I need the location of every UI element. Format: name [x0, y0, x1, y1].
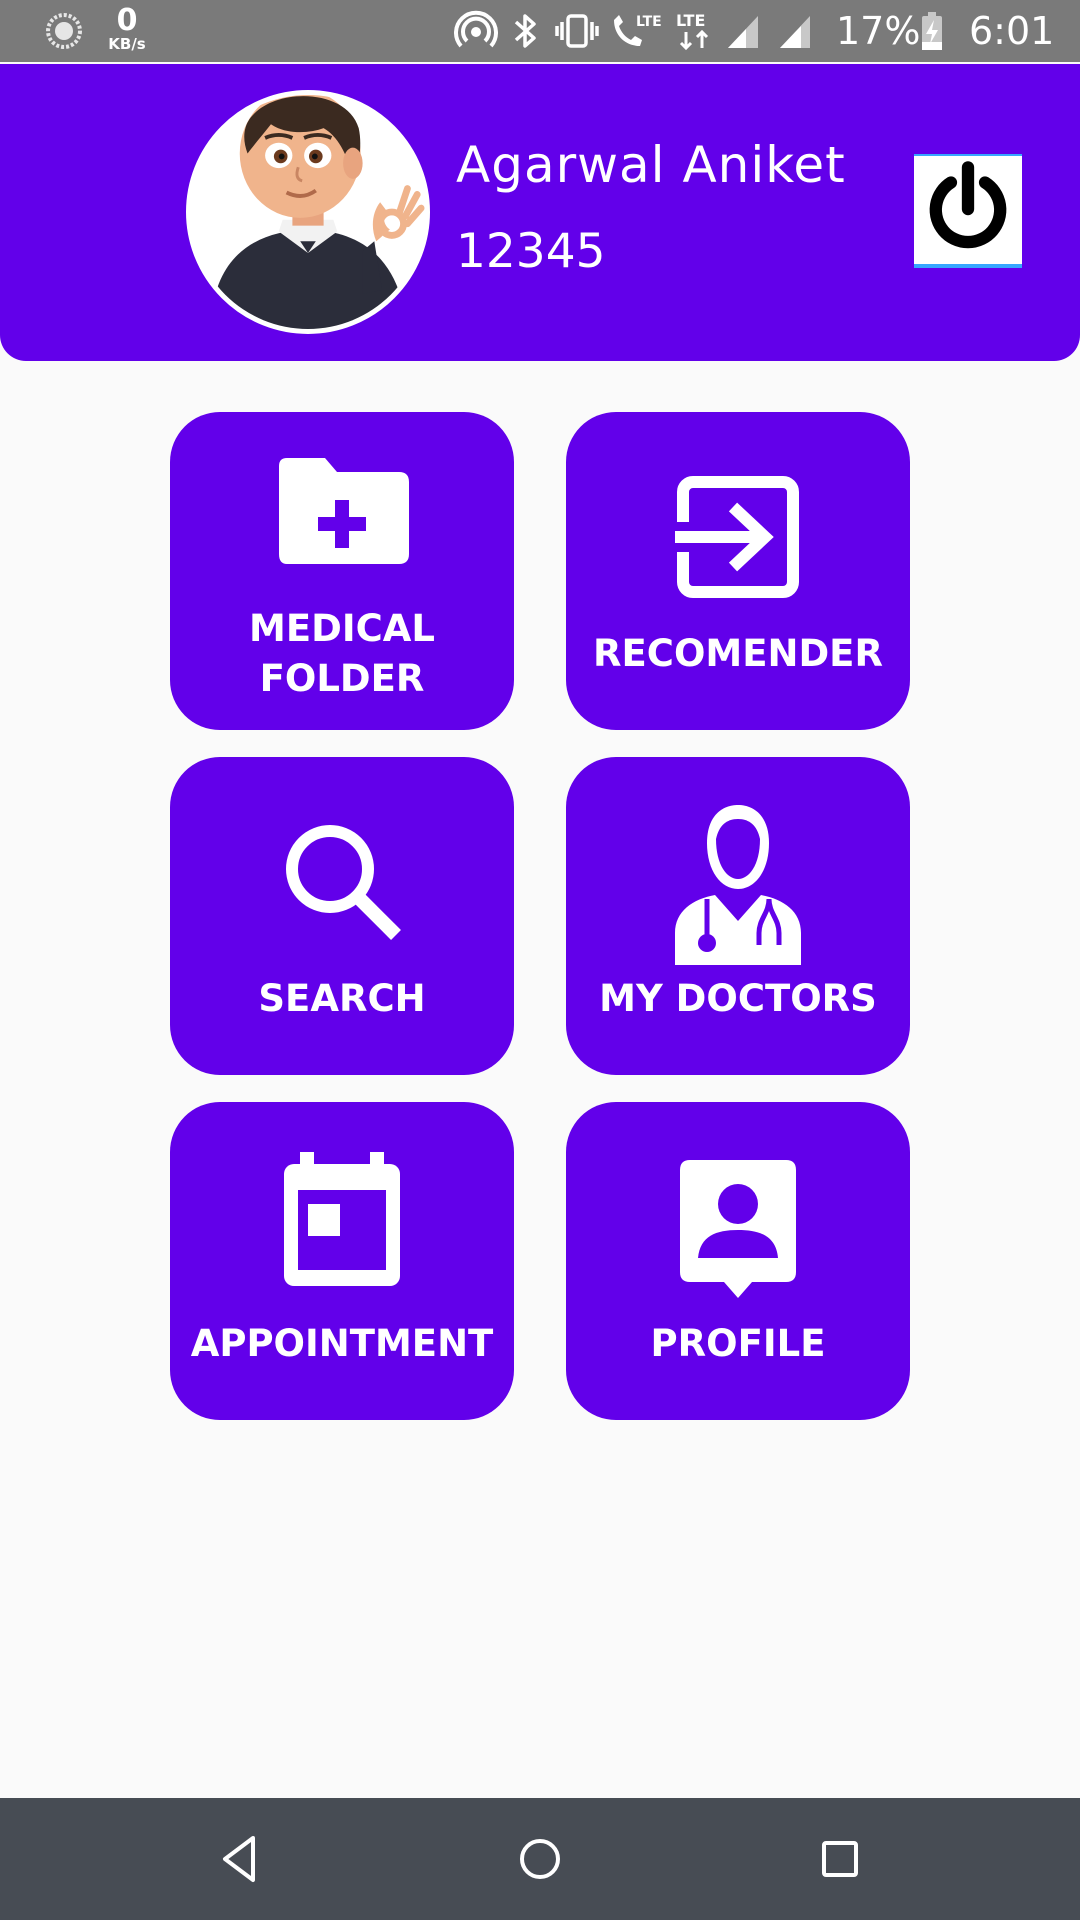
recents-button[interactable]: [811, 1830, 869, 1888]
user-id: 12345: [456, 224, 606, 279]
recomender-button[interactable]: RECOMENDER: [566, 412, 910, 730]
net-speed-unit: KB/s: [108, 35, 146, 53]
profile-button[interactable]: PROFILE: [566, 1102, 910, 1420]
speed-gauge-icon: [46, 13, 82, 49]
recomender-label: RECOMENDER: [593, 632, 883, 675]
medical-folder-button[interactable]: MEDICAL FOLDER: [170, 412, 514, 730]
profile-label: PROFILE: [650, 1322, 826, 1365]
search-button[interactable]: SEARCH: [170, 757, 514, 1075]
avatar-illustration: [191, 95, 425, 329]
power-icon: [929, 161, 1007, 249]
logout-button[interactable]: [914, 154, 1022, 268]
profile-header: Agarwal Aniket 12345: [0, 64, 1080, 361]
my-doctors-label: MY DOCTORS: [599, 977, 877, 1020]
svg-text:LTE: LTE: [676, 11, 705, 30]
status-bar: 0 KB/s LTE LTE 17% 6:01: [0, 0, 1080, 62]
lte-call-icon: LTE: [614, 14, 662, 46]
recents-icon: [822, 1841, 858, 1877]
calendar-icon: [284, 1152, 400, 1286]
battery-percent: 17%: [836, 9, 921, 53]
svg-text:LTE: LTE: [636, 14, 662, 30]
home-button[interactable]: [511, 1830, 569, 1888]
search-icon: [286, 825, 401, 940]
signal-icon: [780, 16, 810, 48]
bluetooth-icon: [514, 14, 536, 48]
battery-charging-icon: [922, 12, 942, 50]
back-icon: [223, 1836, 255, 1882]
hotspot-icon: [454, 10, 498, 48]
net-speed-value: 0: [116, 3, 138, 38]
doctor-icon: [675, 805, 801, 965]
folder-plus-icon: [279, 458, 409, 564]
label-line: FOLDER: [259, 657, 425, 700]
net-speed: 0 KB/s: [104, 6, 150, 52]
user-name: Agarwal Aniket: [456, 136, 846, 194]
appointment-label: APPOINTMENT: [190, 1322, 494, 1365]
home-icon: [520, 1839, 560, 1879]
label-line: MEDICAL: [249, 607, 435, 650]
appointment-button[interactable]: APPOINTMENT: [170, 1102, 514, 1420]
medical-folder-label: MEDICAL FOLDER: [170, 604, 514, 704]
clock: 6:01: [969, 9, 1055, 53]
vibrate-icon: [555, 14, 599, 48]
login-arrow-icon: [675, 476, 799, 598]
signal-icon: [728, 16, 758, 48]
navigation-bar: [0, 1798, 1080, 1920]
contact-card-icon: [680, 1160, 796, 1298]
search-label: SEARCH: [258, 977, 426, 1020]
back-button[interactable]: [211, 1830, 269, 1888]
lte-data-icon: LTE: [676, 11, 709, 51]
my-doctors-button[interactable]: MY DOCTORS: [566, 757, 910, 1075]
avatar: [186, 90, 430, 334]
